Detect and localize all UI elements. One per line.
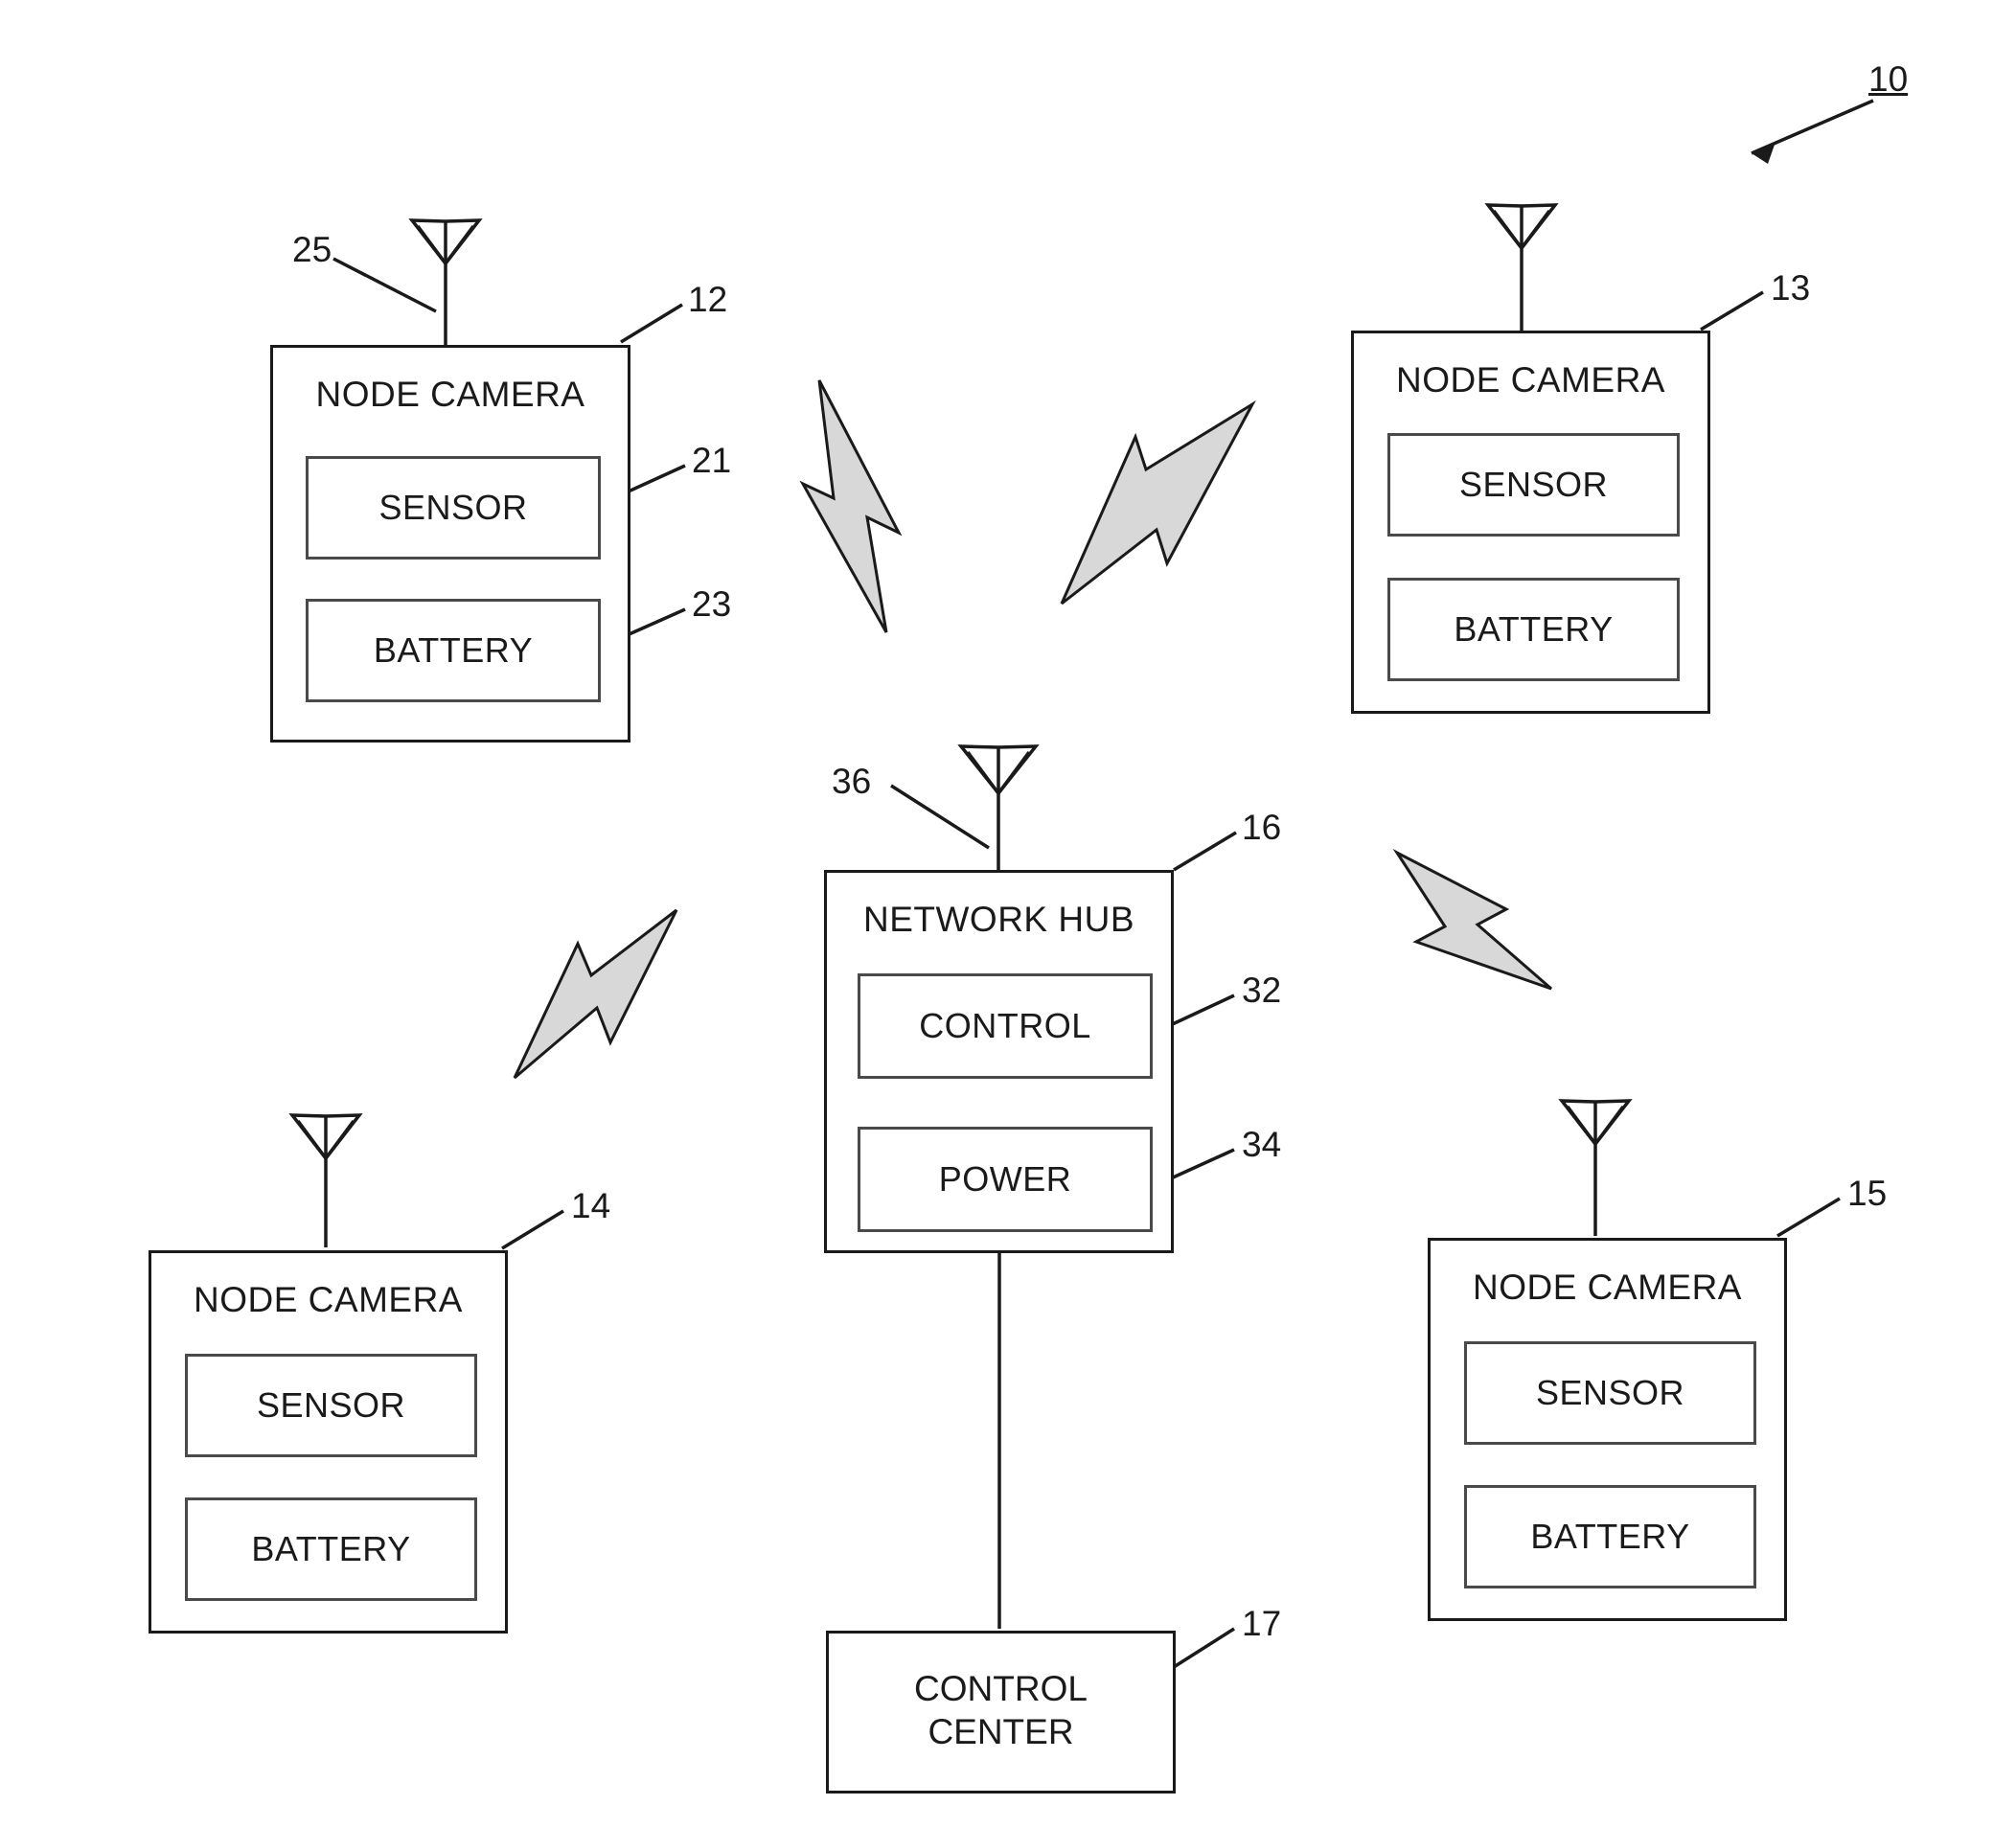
- patent-figure-diagram: 10 25 12 21 23 13 36 16 32 34 14 15 17 N…: [0, 0, 2016, 1828]
- node-camera-15-battery[interactable]: BATTERY: [1464, 1485, 1756, 1588]
- figure-ref-arrow: [1751, 99, 1874, 164]
- antenna-icon-node-13: [1484, 203, 1559, 331]
- leader-line-15: [1776, 1197, 1841, 1238]
- ref-label-15: 15: [1847, 1174, 1888, 1213]
- leader-line-12: [620, 303, 683, 344]
- ref-label-36: 36: [832, 762, 872, 801]
- node-camera-15-title: NODE CAMERA: [1473, 1268, 1742, 1307]
- ref-label-25: 25: [292, 230, 332, 269]
- node-camera-13[interactable]: NODE CAMERA SENSOR BATTERY: [1351, 331, 1710, 714]
- node-camera-13-battery[interactable]: BATTERY: [1387, 578, 1680, 681]
- antenna-icon-node-15: [1558, 1099, 1633, 1236]
- network-hub-16[interactable]: NETWORK HUB CONTROL POWER: [824, 870, 1174, 1253]
- leader-line-36: [890, 784, 990, 850]
- node-camera-14-title: NODE CAMERA: [194, 1280, 463, 1319]
- ref-label-12: 12: [688, 280, 728, 319]
- wireless-link-bolt-12: [799, 379, 903, 633]
- network-hub-power[interactable]: POWER: [858, 1127, 1153, 1232]
- control-center-17[interactable]: CONTROL CENTER: [826, 1631, 1176, 1794]
- leader-line-13: [1700, 290, 1764, 331]
- wireless-link-bolt-14: [513, 908, 678, 1080]
- control-center-title-line1: CONTROL: [914, 1669, 1088, 1708]
- ref-label-23: 23: [692, 584, 732, 624]
- antenna-icon-node-14: [288, 1113, 363, 1247]
- wireless-link-bolt-13: [1060, 400, 1256, 606]
- ref-label-14: 14: [571, 1186, 611, 1225]
- node-camera-13-sensor[interactable]: SENSOR: [1387, 433, 1680, 537]
- node-camera-15-sensor[interactable]: SENSOR: [1464, 1341, 1756, 1445]
- leader-line-25: [332, 257, 437, 313]
- leader-line-14: [501, 1209, 564, 1250]
- antenna-icon-node-12: [408, 218, 483, 345]
- ref-label-21: 21: [692, 441, 732, 480]
- wireless-link-bolt-15: [1392, 849, 1552, 991]
- antenna-icon-network-hub: [957, 744, 1040, 872]
- ref-label-16: 16: [1242, 808, 1282, 847]
- node-camera-13-title: NODE CAMERA: [1396, 360, 1665, 400]
- node-camera-14[interactable]: NODE CAMERA SENSOR BATTERY: [149, 1250, 508, 1634]
- node-camera-15[interactable]: NODE CAMERA SENSOR BATTERY: [1428, 1238, 1787, 1621]
- node-camera-12-title: NODE CAMERA: [315, 375, 585, 414]
- node-camera-12-battery[interactable]: BATTERY: [306, 599, 601, 702]
- ref-label-17: 17: [1242, 1604, 1282, 1643]
- leader-line-17: [1173, 1627, 1235, 1669]
- network-hub-title: NETWORK HUB: [863, 900, 1134, 939]
- ref-label-34: 34: [1242, 1125, 1282, 1164]
- ref-label-32: 32: [1242, 971, 1282, 1010]
- ref-label-10: 10: [1868, 59, 1909, 99]
- node-camera-12-sensor[interactable]: SENSOR: [306, 456, 601, 560]
- leader-line-16: [1173, 831, 1237, 872]
- node-camera-14-sensor[interactable]: SENSOR: [185, 1354, 477, 1457]
- node-camera-14-battery[interactable]: BATTERY: [185, 1497, 477, 1601]
- network-hub-control[interactable]: CONTROL: [858, 973, 1153, 1079]
- control-center-title-line2: CENTER: [928, 1712, 1074, 1751]
- node-camera-12[interactable]: NODE CAMERA SENSOR BATTERY: [270, 345, 630, 743]
- ref-label-13: 13: [1771, 268, 1811, 308]
